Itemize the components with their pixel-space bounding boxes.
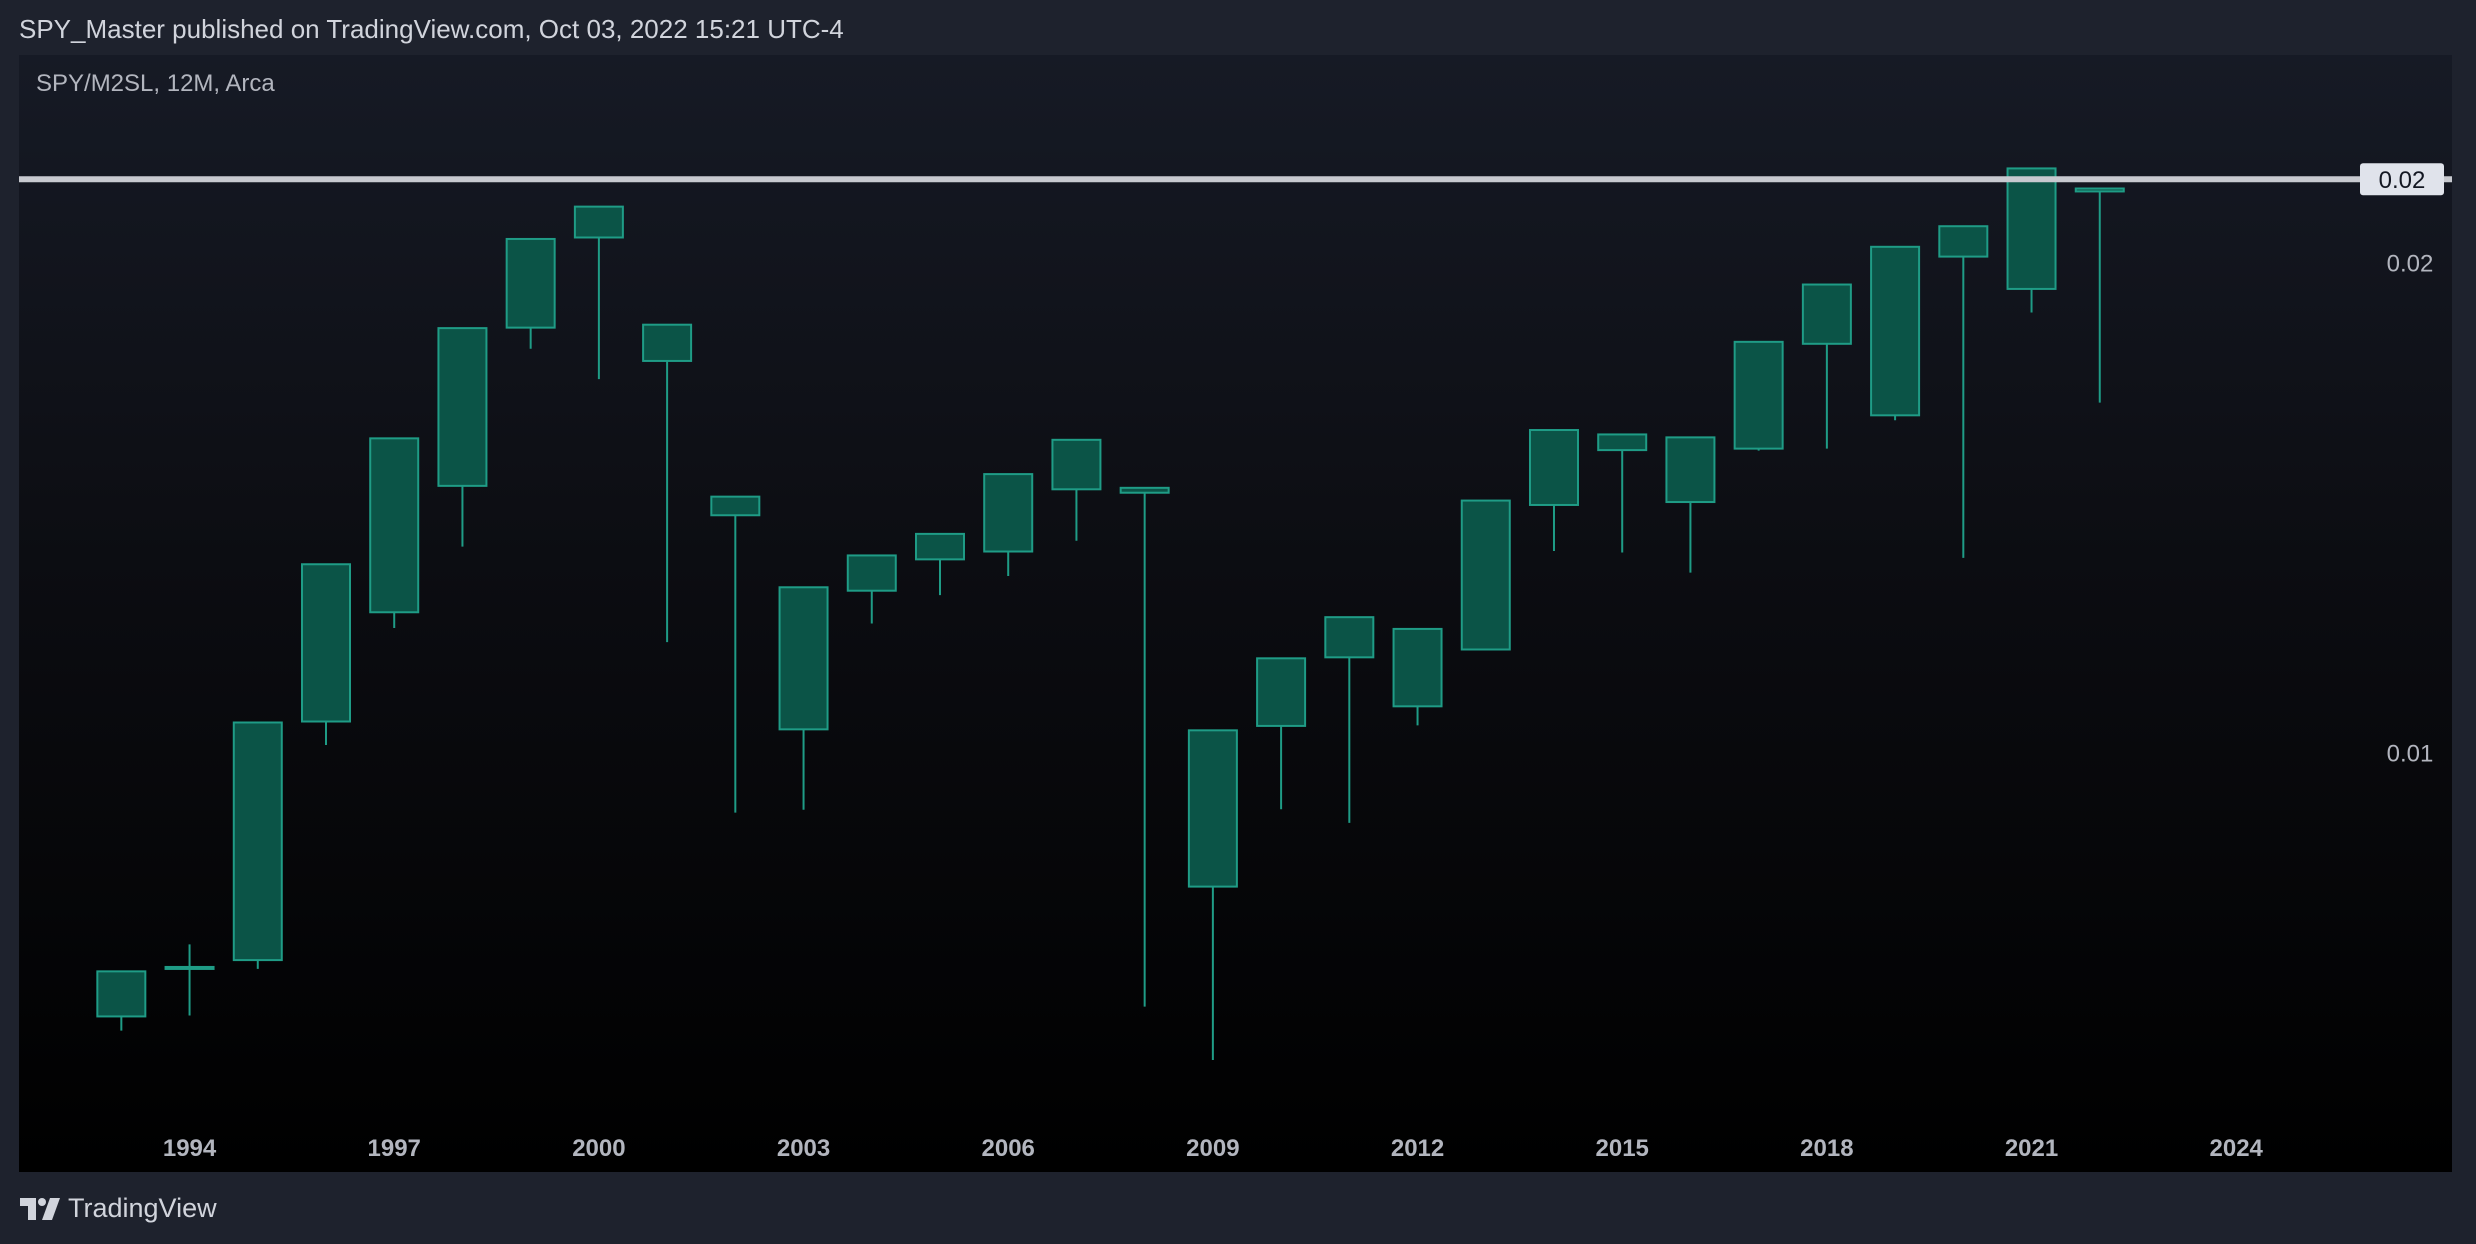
x-axis-tick-label: 2015: [1596, 1135, 1649, 1162]
candle-body: [164, 965, 215, 970]
candle[interactable]: [1597, 433, 1648, 553]
candle[interactable]: [1051, 438, 1102, 541]
candles-layer: [96, 167, 2125, 1061]
candle[interactable]: [710, 495, 761, 813]
candle-body: [1938, 225, 1989, 258]
candle[interactable]: [300, 563, 351, 746]
x-axis-tick-label: 2006: [982, 1135, 1035, 1162]
candle[interactable]: [232, 721, 283, 969]
candle[interactable]: [164, 944, 215, 1016]
candle-body: [1324, 616, 1375, 659]
candle[interactable]: [1460, 499, 1511, 651]
candle-body: [232, 721, 283, 962]
candle-body: [1733, 340, 1784, 450]
candle[interactable]: [1256, 657, 1307, 810]
candle[interactable]: [1801, 283, 1852, 449]
candle-body: [437, 327, 488, 487]
candle-body: [914, 532, 965, 561]
x-axis-tick-label: 2000: [572, 1135, 625, 1162]
candle[interactable]: [1733, 340, 1784, 451]
candle-body: [1187, 729, 1238, 888]
candle-body: [573, 205, 624, 239]
candle-body: [1392, 627, 1443, 708]
candle[interactable]: [573, 205, 624, 380]
candle-body: [778, 586, 829, 731]
candle-body: [2006, 167, 2057, 290]
candle[interactable]: [96, 970, 147, 1031]
candle[interactable]: [914, 532, 965, 596]
candle[interactable]: [778, 586, 829, 810]
y-axis[interactable]: 0.02 0.01: [2387, 250, 2434, 767]
candle[interactable]: [983, 473, 1034, 577]
candle[interactable]: [2074, 187, 2125, 403]
x-axis-tick-label: 1994: [163, 1135, 217, 1162]
x-axis-tick-label: 2012: [1391, 1135, 1444, 1162]
candle[interactable]: [505, 237, 556, 349]
candle-body: [2074, 187, 2125, 193]
candle-body: [1870, 245, 1921, 417]
x-axis-tick-label: 2003: [777, 1135, 830, 1162]
candle[interactable]: [369, 437, 420, 628]
candle-body: [1528, 429, 1579, 506]
candle-body: [1665, 436, 1716, 504]
candle-body: [1801, 283, 1852, 345]
candle-body: [1460, 499, 1511, 651]
candle-body: [983, 473, 1034, 553]
candle-body: [1597, 433, 1648, 452]
x-axis-tick-label: 2024: [2210, 1135, 2264, 1162]
candle[interactable]: [1870, 245, 1921, 421]
candle[interactable]: [1324, 616, 1375, 823]
candle[interactable]: [1119, 486, 1170, 1007]
candle-body: [369, 437, 420, 614]
x-axis-tick-label: 2018: [1800, 1135, 1853, 1162]
x-axis-tick-label: 1997: [368, 1135, 421, 1162]
candle[interactable]: [1392, 627, 1443, 726]
tradingview-logo-icon: [20, 1197, 60, 1220]
horizontal-line-price-label: 0.02: [2379, 167, 2426, 194]
candle-body: [505, 237, 556, 329]
candle-body: [1119, 486, 1170, 494]
x-axis-tick-label: 2021: [2005, 1135, 2058, 1162]
candle-body: [1051, 438, 1102, 491]
candle[interactable]: [1187, 729, 1238, 1061]
tradingview-logo[interactable]: TradingView: [20, 1193, 217, 1224]
symbol-legend[interactable]: SPY/M2SL, 12M, Arca: [36, 70, 275, 98]
candlestick-chart: 0.02 1994 1997 2000 2003 2006 2009 2012 2015 201…: [19, 163, 2468, 1162]
tradingview-logo-text: TradingView: [68, 1193, 217, 1223]
candle[interactable]: [1665, 436, 1716, 573]
candle[interactable]: [1938, 225, 1989, 558]
candle-body: [642, 323, 693, 362]
candle-body: [1256, 657, 1307, 727]
x-axis-tick-label: 2027: [2414, 1135, 2467, 1162]
x-axis-tick-label: 2009: [1186, 1135, 1239, 1162]
y-axis-tick-label: 0.02: [2387, 250, 2434, 277]
candle[interactable]: [437, 327, 488, 547]
candle-body: [300, 563, 351, 723]
candle[interactable]: [1528, 429, 1579, 552]
y-axis-tick-label: 0.01: [2387, 740, 2434, 767]
candle[interactable]: [642, 323, 693, 643]
candle-body: [710, 495, 761, 517]
x-axis[interactable]: 1994 1997 2000 2003 2006 2009 2012 2015 2018 2021…: [163, 1135, 2468, 1162]
candle[interactable]: [2006, 167, 2057, 313]
candle-body: [96, 970, 147, 1018]
candle-body: [846, 554, 897, 592]
candle[interactable]: [846, 554, 897, 624]
